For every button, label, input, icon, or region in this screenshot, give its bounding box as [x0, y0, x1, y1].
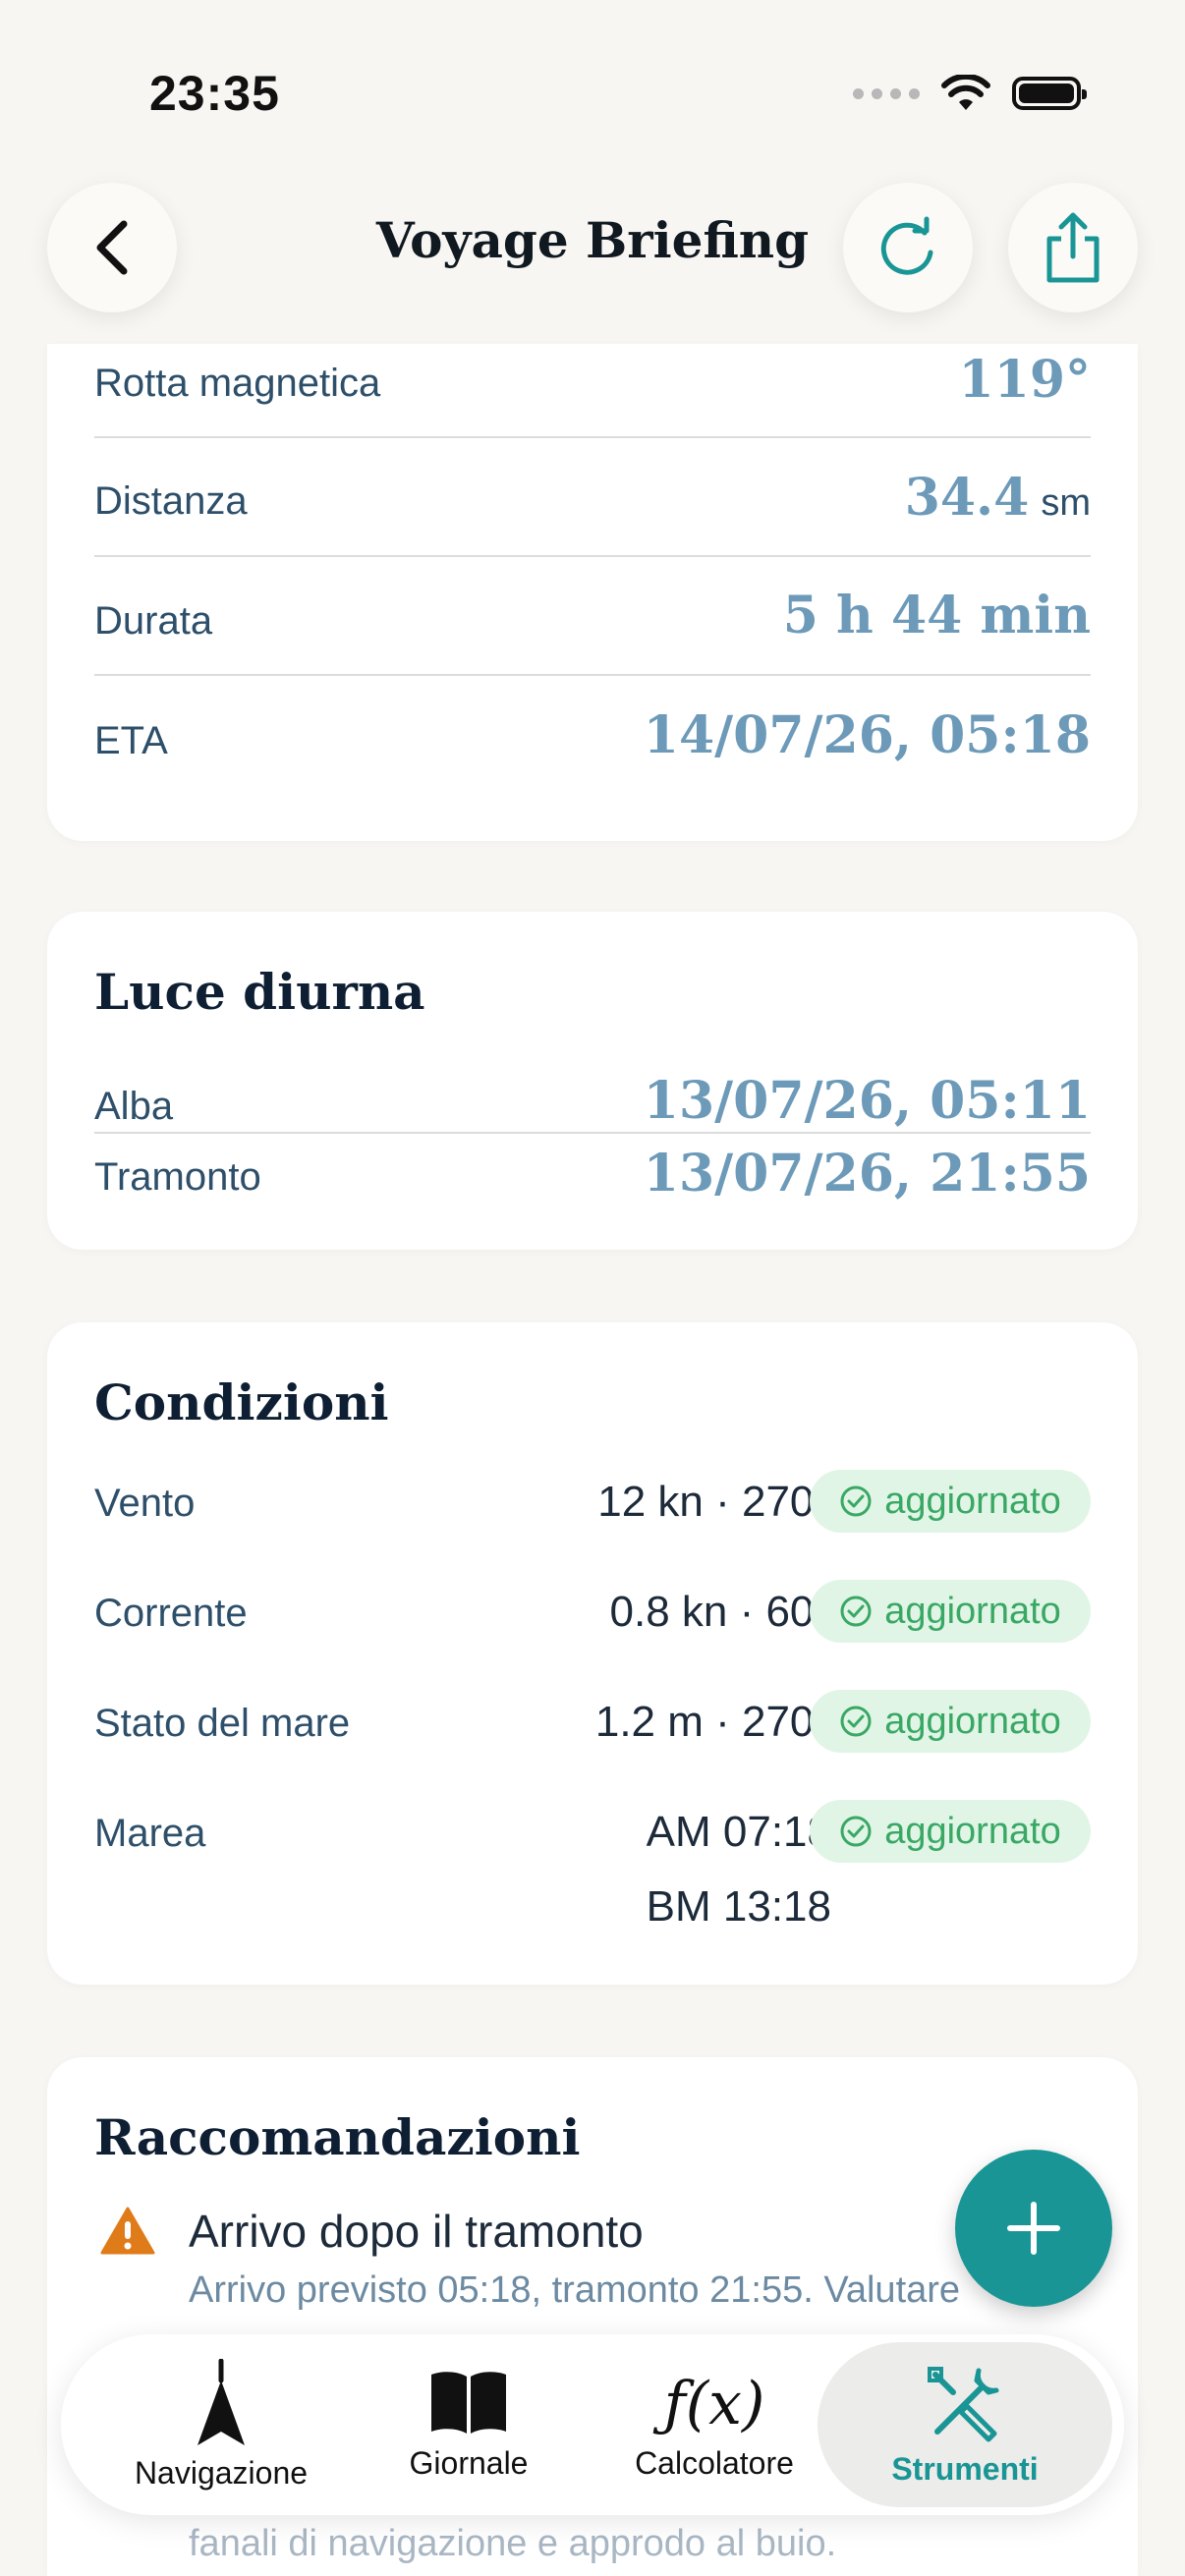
divider: [94, 674, 1091, 676]
route-row-eta: ETA 14/07/26, 05:18: [94, 700, 1091, 778]
condition-label-wind: Vento: [94, 1482, 196, 1525]
tab-label: Calcolatore: [635, 2444, 794, 2481]
daylight-title: Luce diurna: [94, 963, 425, 1021]
refresh-button[interactable]: [843, 183, 973, 312]
daylight-label: Tramonto: [94, 1155, 261, 1199]
daylight-card: Luce diurna Alba 13/07/26, 05:11 Tramont…: [47, 912, 1138, 1250]
tab-calculator[interactable]: ƒ(x) Calcolatore: [592, 2342, 837, 2507]
status-badge: aggiornato: [810, 1470, 1091, 1533]
route-row-duration: Durata 5 h 44 min: [94, 580, 1091, 658]
check-circle-icon: [840, 1816, 872, 1847]
status-badge-label: aggiornato: [884, 1590, 1061, 1632]
page-title: Voyage Briefing: [375, 211, 810, 269]
check-circle-icon: [840, 1596, 872, 1627]
cellular-signal-icon: [853, 87, 920, 99]
tab-bar: Navigazione Giornale ƒ(x) Calcolatore St…: [61, 2334, 1124, 2515]
route-value-text: 14/07/26, 05:18: [643, 705, 1091, 765]
route-label: Rotta magnetica: [94, 362, 381, 405]
condition-value-tide-high: AM 07:18: [646, 1808, 831, 1856]
condition-label-tide: Marea: [94, 1812, 206, 1855]
refresh-icon: [880, 216, 933, 275]
recommendation-description-tail: fanali di navigazione e approdo al buio.: [189, 2523, 837, 2564]
conditions-title: Condizioni: [94, 1373, 389, 1431]
tab-journal[interactable]: Giornale: [346, 2342, 592, 2507]
tab-label: Navigazione: [134, 2454, 309, 2491]
status-badge: aggiornato: [810, 1800, 1091, 1863]
route-value-text: 5 h 44 min: [782, 586, 1091, 645]
status-badge-label: aggiornato: [884, 1700, 1061, 1742]
status-badge-label: aggiornato: [884, 1480, 1061, 1522]
recommendation-description: Arrivo previsto 05:18, tramonto 21:55. V…: [189, 2269, 961, 2311]
daylight-row-sunrise: Alba 13/07/26, 05:11: [94, 1071, 1091, 1131]
tab-label: Strumenti: [891, 2450, 1039, 2487]
share-icon: [1046, 212, 1100, 283]
daylight-value: 13/07/26, 21:55: [643, 1144, 1091, 1204]
condition-label-current: Corrente: [94, 1592, 248, 1635]
daylight-label: Alba: [94, 1085, 174, 1128]
book-icon: [431, 2371, 506, 2434]
add-button[interactable]: [955, 2150, 1112, 2307]
divider: [94, 555, 1091, 557]
divider: [94, 1132, 1091, 1134]
route-value-text: 119°: [958, 350, 1091, 410]
condition-value-wind: 12 kn · 270°: [597, 1478, 831, 1526]
plus-icon: [1007, 2202, 1060, 2255]
route-value: 5 h 44 min: [783, 586, 1091, 645]
status-badge: aggiornato: [810, 1580, 1091, 1643]
route-unit: sm: [1041, 482, 1091, 524]
check-circle-icon: [840, 1706, 872, 1737]
status-badge: aggiornato: [810, 1690, 1091, 1753]
route-value: 119°: [958, 350, 1091, 410]
status-time: 23:35: [149, 66, 280, 121]
status-badge-label: aggiornato: [884, 1810, 1061, 1852]
route-value: 34.4 sm: [905, 468, 1091, 528]
conditions-card: Condizioni Vento 12 kn · 270° aggiornato…: [47, 1322, 1138, 1985]
tab-navigation[interactable]: Navigazione: [98, 2342, 344, 2507]
route-value-text: 34.4: [904, 468, 1030, 528]
condition-value-current: 0.8 kn · 60°: [609, 1588, 832, 1636]
route-value: 14/07/26, 05:18: [644, 705, 1091, 765]
route-label: ETA: [94, 719, 168, 762]
divider: [94, 436, 1091, 438]
daylight-value: 13/07/26, 05:11: [643, 1071, 1091, 1131]
share-button[interactable]: [1008, 183, 1138, 312]
route-label: Durata: [94, 599, 213, 643]
recommendations-title: Raccomandazioni: [94, 2108, 581, 2166]
tab-tools[interactable]: Strumenti: [818, 2342, 1112, 2507]
status-icons: [853, 75, 1087, 112]
check-circle-icon: [840, 1485, 872, 1517]
route-label: Distanza: [94, 479, 248, 523]
navigation-arrow-icon: [198, 2358, 245, 2445]
tools-icon: [928, 2366, 999, 2441]
condition-label-sea-state: Stato del mare: [94, 1702, 351, 1745]
route-row-distance: Distanza 34.4 sm: [94, 462, 1091, 540]
tab-label: Giornale: [409, 2444, 529, 2481]
function-icon: ƒ(x): [663, 2369, 765, 2438]
warning-icon: [100, 2207, 155, 2255]
recommendation-title: Arrivo dopo il tramonto: [189, 2206, 644, 2257]
daylight-row-sunset: Tramonto 13/07/26, 21:55: [94, 1144, 1091, 1204]
battery-icon: [1012, 77, 1087, 110]
condition-value-tide-low: BM 13:18: [646, 1882, 831, 1931]
condition-value-sea-state: 1.2 m · 270°: [594, 1698, 831, 1746]
wifi-icon: [941, 75, 990, 110]
route-card: Rotta magnetica 119° Distanza 34.4 sm Dur…: [47, 344, 1138, 841]
route-row-magnetic-course: Rotta magnetica 119°: [94, 344, 1091, 422]
